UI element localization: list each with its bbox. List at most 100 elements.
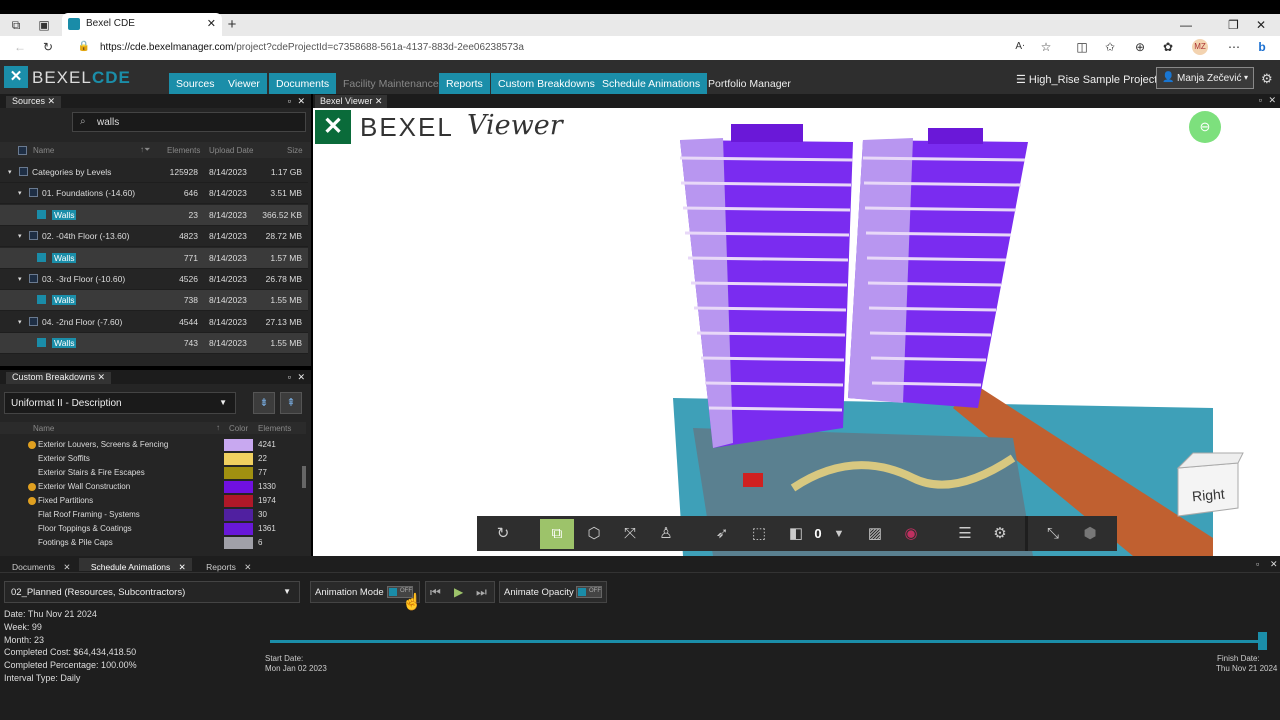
maximize-panel-icon[interactable]: ▫ [1259,95,1262,105]
expand-chevron-icon[interactable]: ▾ [18,189,22,197]
table-row[interactable]: ▾ 04. -2nd Floor (-7.60) 4544 8/14/2023 27.1… [0,312,308,333]
tab-schedule-animations[interactable]: Schedule Animations ✕ [78,558,192,572]
read-aloud-icon[interactable]: Aᐧ [1012,39,1028,55]
project-selector[interactable]: ☰ High_Rise Sample Project [1016,73,1157,86]
cube-icon[interactable]: ⬢ [1078,522,1102,546]
row-checkbox[interactable] [37,338,46,348]
bing-chat-icon[interactable]: b [1254,39,1270,55]
col-elements[interactable]: Elements [258,424,291,433]
box-select-icon[interactable]: ⬚ [747,522,771,546]
skip-start-icon[interactable]: ⏮ [430,585,441,600]
settings-gear-icon[interactable]: ⚙ [1261,71,1273,87]
row-checkbox[interactable] [29,231,38,241]
viewer-tab[interactable]: Bexel Viewer ✕ [315,95,388,108]
3d-viewer-canvas[interactable]: ✕ BEXEL Viewer ⊖ Right ↻ ⧉ ⬡ ⤧ ♙ ➶ ⬚ ◧ 0… [313,108,1280,556]
sort-filter-icon[interactable]: ↑⏷ [140,145,150,155]
back-icon[interactable]: ← [12,39,28,55]
minimize-icon[interactable]: — [1180,18,1192,32]
profile-avatar[interactable]: MZ [1192,39,1208,55]
lock-icon[interactable]: 🔒 [76,39,92,55]
maximize-panel-icon[interactable]: ▫ [1256,559,1259,569]
col-name[interactable]: Name [33,424,54,433]
col-upload-date[interactable]: Upload Date [209,146,253,155]
color-swatch[interactable] [224,523,253,535]
table-row[interactable]: Walls 771 8/14/2023 1.57 MB [0,247,308,269]
sources-tab[interactable]: Sources ✕ [6,96,62,108]
favorite-star-icon[interactable]: ☆ [1038,39,1054,55]
table-row[interactable]: ▾ 01. Foundations (-14.60) 646 8/14/2023 3.5… [0,183,308,205]
color-swatch[interactable] [224,481,253,493]
table-row[interactable]: Walls 23 8/14/2023 366.52 KB [0,204,308,226]
play-icon[interactable]: ▶ [454,585,463,599]
table-row[interactable]: Walls 738 8/14/2023 1.55 MB [0,290,308,312]
expand-chevron-icon[interactable]: ▾ [18,232,22,240]
select-cursor-icon[interactable]: ➶ [710,522,734,546]
3d-cube-icon[interactable]: ◧ [784,522,808,546]
animate-opacity-toggle[interactable]: OFF [576,586,602,598]
url-field[interactable]: https://cde.bexelmanager.com/project?cde… [100,42,524,53]
view-cube[interactable] [1176,452,1244,517]
user-menu[interactable]: 👤 Manja Zečević ▾ [1156,67,1254,89]
list-item[interactable]: Flat Roof Framing - Systems 30 [0,508,306,522]
more-menu-icon[interactable]: ⋯ [1226,39,1242,55]
refresh-icon[interactable]: ↻ [40,39,56,55]
close-tab-icon[interactable]: ✕ [207,17,216,30]
expand-chevron-icon[interactable]: ▾ [18,318,22,326]
fit-view-icon[interactable]: ⤧ [618,522,642,546]
table-row[interactable]: ▾ Categories by Levels 125928 8/14/2023 1.17… [0,162,308,183]
color-swatch[interactable] [224,453,253,465]
building-model[interactable] [313,108,1280,556]
expand-all-button[interactable]: ⇟ [253,392,275,414]
col-size[interactable]: Size [287,146,303,155]
list-icon[interactable]: ☰ [953,522,977,546]
split-screen-icon[interactable]: ◫ [1074,39,1090,55]
close-window-icon[interactable]: ✕ [1256,18,1266,32]
list-item[interactable]: Exterior Soffits 22 [0,452,306,466]
nav-sources[interactable]: Sources [169,73,222,94]
row-checkbox[interactable] [29,274,38,283]
settings-icon[interactable]: ⚙ [988,522,1012,546]
select-all-checkbox[interactable] [18,146,27,155]
color-swatch[interactable] [224,495,253,507]
nav-portfolio-manager[interactable]: Portfolio Manager [701,73,798,94]
breakdown-select[interactable]: Uniformat II - Description ▼ [4,392,236,414]
sort-icon[interactable]: ↑ [216,423,220,432]
row-checkbox[interactable] [37,252,46,262]
section-box-icon[interactable]: ⧉ [540,519,574,549]
new-tab-icon[interactable]: + [224,17,240,33]
tab-actions-icon[interactable]: ▣ [36,17,52,33]
isometric-icon[interactable]: ⬡ [582,522,606,546]
schedule-select[interactable]: 02_Planned (Resources, Subcontractors) ▼ [4,581,300,603]
maximize-panel-icon[interactable]: ▫ [288,96,291,106]
nav-schedule-animations[interactable]: Schedule Animations [595,73,708,94]
tab-reports[interactable]: Reports ✕ [194,558,257,572]
expand-chevron-icon[interactable]: ▾ [8,168,12,176]
row-checkbox[interactable] [29,188,38,198]
tab-documents[interactable]: Documents ✕ [0,558,76,572]
col-name[interactable]: Name [33,146,54,155]
color-swatch[interactable] [224,467,253,479]
image-icon[interactable]: ▨ [863,522,887,546]
list-item[interactable]: Exterior Wall Construction 1330 [0,480,306,494]
search-input[interactable]: ⌕ walls [72,112,306,132]
color-wheel-icon[interactable]: ◉ [899,522,923,546]
reset-view-icon[interactable]: ↻ [491,522,515,546]
row-checkbox[interactable] [37,295,46,305]
list-item[interactable]: Footings & Pile Caps 6 [0,536,306,550]
browser-tab[interactable]: Bexel CDE ✕ [62,13,222,36]
color-swatch[interactable] [224,509,253,521]
extensions-icon[interactable]: ✿ [1160,39,1176,55]
nav-custom-breakdowns[interactable]: Custom Breakdowns [491,73,602,94]
row-checkbox[interactable] [37,209,46,219]
timeline-slider-handle[interactable] [1258,632,1267,650]
collapse-icon[interactable]: ⤡ [1041,522,1065,546]
table-row[interactable]: Walls 743 8/14/2023 1.55 MB [0,333,308,355]
color-swatch[interactable] [224,439,253,451]
collections-icon[interactable]: ⊕ [1132,39,1148,55]
timeline-track[interactable] [270,640,1267,643]
maximize-icon[interactable]: ❐ [1228,18,1239,32]
table-row[interactable]: ▾ 03. -3rd Floor (-10.60) 4526 8/14/2023 26.… [0,269,308,290]
color-swatch[interactable] [224,537,253,549]
custom-breakdowns-tab[interactable]: Custom Breakdowns ✕ [6,372,112,384]
nav-documents[interactable]: Documents [269,73,337,94]
